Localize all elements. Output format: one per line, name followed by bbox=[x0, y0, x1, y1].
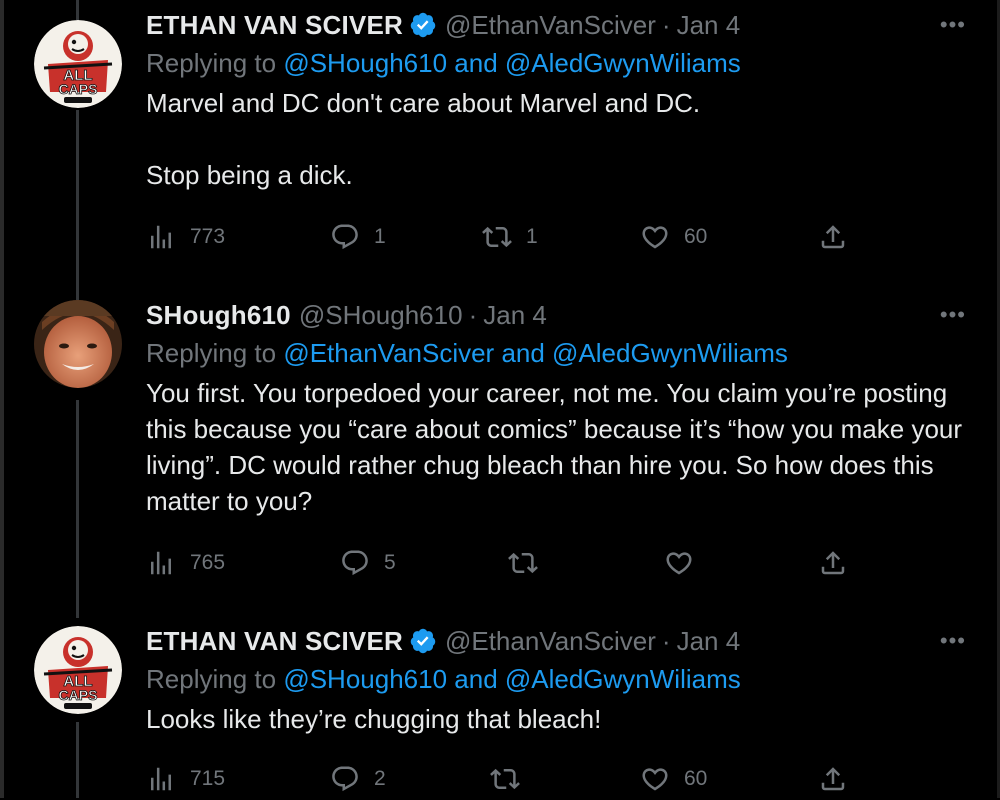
replying-label: Replying to bbox=[146, 338, 277, 368]
like-count: 60 bbox=[684, 225, 708, 248]
replying-label: Replying to bbox=[146, 48, 277, 78]
reply-count: 5 bbox=[384, 551, 396, 574]
tweet-header: SHough610 @SHough610 · Jan 4 bbox=[146, 300, 970, 330]
share-icon bbox=[821, 551, 845, 575]
tweet-text: Marvel and DC don't care about Marvel an… bbox=[146, 88, 701, 190]
handle[interactable]: @SHough610 bbox=[299, 300, 463, 331]
tweet-text: You first. You torpedoed your career, no… bbox=[146, 378, 970, 516]
views-count: 715 bbox=[190, 767, 226, 790]
more-options-icon[interactable]: ••• bbox=[940, 12, 966, 38]
svg-text:CAPS: CAPS bbox=[59, 81, 98, 97]
replying-label: Replying to bbox=[146, 664, 277, 694]
heart-icon bbox=[642, 768, 668, 791]
display-name[interactable]: ETHAN VAN SCIVER bbox=[146, 10, 403, 41]
like-button[interactable] bbox=[664, 548, 708, 578]
views-count: 765 bbox=[190, 551, 226, 574]
replying-to: Replying to @SHough610 and @AledGwynWili… bbox=[146, 48, 970, 79]
timestamp[interactable]: Jan 4 bbox=[677, 10, 741, 41]
more-options-icon[interactable]: ••• bbox=[940, 302, 966, 328]
action-bar: 773 1 1 60 bbox=[146, 222, 866, 258]
like-count: 60 bbox=[684, 767, 708, 790]
replying-mentions[interactable]: @EthanVanSciver and @AledGwynWiliams bbox=[283, 338, 788, 368]
retweet-icon bbox=[482, 226, 512, 248]
retweet-button[interactable] bbox=[490, 764, 534, 794]
tweet-header: ETHAN VAN SCIVER @EthanVanSciver · Jan 4 bbox=[146, 626, 970, 656]
share-button[interactable] bbox=[818, 222, 848, 252]
reply-icon bbox=[342, 550, 368, 576]
display-name[interactable]: ETHAN VAN SCIVER bbox=[146, 626, 403, 657]
views-button[interactable]: 765 bbox=[146, 548, 225, 578]
retweet-button[interactable] bbox=[508, 548, 552, 578]
reply-button[interactable]: 5 bbox=[340, 548, 396, 578]
heart-icon bbox=[642, 226, 668, 249]
share-icon bbox=[821, 767, 845, 791]
verified-badge-icon bbox=[409, 11, 437, 39]
reply-button[interactable]: 1 bbox=[330, 222, 386, 252]
avatar[interactable]: ALL CAPS bbox=[34, 626, 122, 714]
all-caps-comics-logo: ALL CAPS bbox=[34, 626, 122, 714]
replying-mentions[interactable]: @SHough610 and @AledGwynWiliams bbox=[283, 48, 740, 78]
action-bar: 765 5 bbox=[146, 548, 866, 584]
action-bar: 715 2 60 bbox=[146, 764, 866, 800]
separator: · bbox=[661, 9, 671, 40]
handle[interactable]: @EthanVanSciver bbox=[445, 626, 656, 657]
retweet-button[interactable]: 1 bbox=[482, 222, 538, 252]
views-button[interactable]: 773 bbox=[146, 222, 225, 252]
reply-button[interactable]: 2 bbox=[330, 764, 386, 794]
retweet-count: 1 bbox=[526, 225, 538, 248]
reply-count: 2 bbox=[374, 767, 386, 790]
share-button[interactable] bbox=[818, 764, 848, 794]
reply-icon bbox=[332, 766, 358, 792]
tweet[interactable]: ALL CAPS ETHAN VAN SCIVER @EthanVanScive… bbox=[0, 0, 1000, 290]
all-caps-comics-logo: ALL CAPS bbox=[34, 20, 122, 108]
tweet-header: ETHAN VAN SCIVER @EthanVanSciver · Jan 4 bbox=[146, 10, 970, 40]
replying-to: Replying to @EthanVanSciver and @AledGwy… bbox=[146, 338, 970, 369]
user-photo bbox=[34, 300, 122, 388]
views-icon bbox=[151, 551, 171, 575]
like-button[interactable]: 60 bbox=[640, 764, 707, 794]
timestamp[interactable]: Jan 4 bbox=[483, 300, 547, 331]
retweet-icon bbox=[490, 768, 520, 790]
replying-to: Replying to @SHough610 and @AledGwynWili… bbox=[146, 664, 970, 695]
replying-mentions[interactable]: @SHough610 and @AledGwynWiliams bbox=[283, 664, 740, 694]
display-name[interactable]: SHough610 bbox=[146, 300, 291, 331]
avatar[interactable] bbox=[34, 300, 122, 388]
views-icon bbox=[151, 767, 171, 791]
avatar[interactable]: ALL CAPS bbox=[34, 20, 122, 108]
separator: · bbox=[468, 299, 478, 330]
handle[interactable]: @EthanVanSciver bbox=[445, 10, 656, 41]
share-icon bbox=[821, 225, 845, 249]
tweet[interactable]: SHough610 @SHough610 · Jan 4 ••• Replyin… bbox=[0, 290, 1000, 610]
views-button[interactable]: 715 bbox=[146, 764, 225, 794]
more-options-icon[interactable]: ••• bbox=[940, 628, 966, 654]
svg-text:CAPS: CAPS bbox=[59, 687, 98, 703]
like-button[interactable]: 60 bbox=[640, 222, 707, 252]
reply-icon bbox=[332, 224, 358, 250]
tweet-text: Looks like they’re chugging that bleach! bbox=[146, 704, 602, 734]
verified-badge-icon bbox=[409, 627, 437, 655]
heart-icon bbox=[666, 552, 692, 575]
views-icon bbox=[151, 225, 171, 249]
tweet[interactable]: ALL CAPS ETHAN VAN SCIVER @EthanVanScive… bbox=[0, 616, 1000, 798]
timestamp[interactable]: Jan 4 bbox=[677, 626, 741, 657]
separator: · bbox=[661, 625, 671, 656]
retweet-icon bbox=[508, 552, 538, 574]
share-button[interactable] bbox=[818, 548, 848, 578]
reply-count: 1 bbox=[374, 225, 386, 248]
views-count: 773 bbox=[190, 225, 226, 248]
